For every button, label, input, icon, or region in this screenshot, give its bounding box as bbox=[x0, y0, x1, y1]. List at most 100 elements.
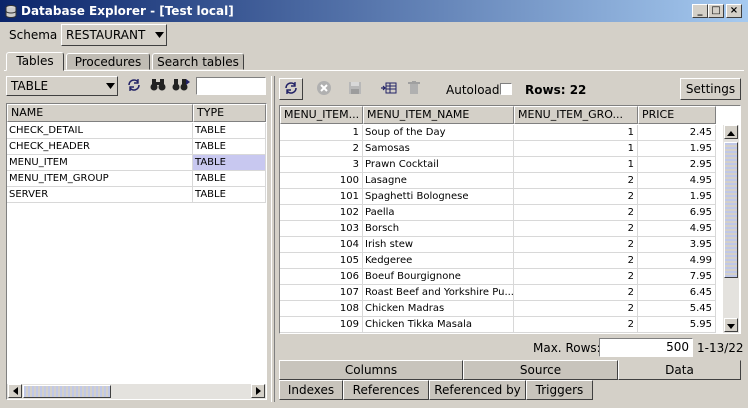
price-cell[interactable]: 5.45 bbox=[638, 301, 716, 317]
autoload-checkbox[interactable] bbox=[500, 83, 512, 95]
column-header-name[interactable]: NAME bbox=[7, 104, 193, 122]
data-row[interactable]: 3 Prawn Cocktail 1 2.95 bbox=[280, 157, 716, 173]
menu-item-group-cell[interactable]: 2 bbox=[514, 221, 638, 237]
table-row[interactable]: CHECK_DETAIL TABLE bbox=[7, 123, 266, 139]
splitter-handle[interactable] bbox=[271, 76, 275, 402]
column-header-menu-item-id[interactable]: MENU_ITEM... bbox=[280, 106, 363, 124]
price-cell[interactable]: 4.95 bbox=[638, 221, 716, 237]
data-row[interactable]: 101 Spaghetti Bolognese 2 1.95 bbox=[280, 189, 716, 205]
data-row[interactable]: 102 Paella 2 6.95 bbox=[280, 205, 716, 221]
menu-item-id-cell[interactable]: 103 bbox=[280, 221, 363, 237]
menu-item-id-cell[interactable]: 3 bbox=[280, 157, 363, 173]
menu-item-id-cell[interactable]: 106 bbox=[280, 269, 363, 285]
menu-item-id-cell[interactable]: 102 bbox=[280, 205, 363, 221]
tab-indexes[interactable]: Indexes bbox=[279, 380, 343, 400]
column-header-menu-item-name[interactable]: MENU_ITEM_NAME bbox=[363, 106, 514, 124]
menu-item-id-cell[interactable]: 107 bbox=[280, 285, 363, 301]
tab-referenced-by[interactable]: Referenced by bbox=[429, 380, 526, 400]
menu-item-name-cell[interactable]: Chicken Tikka Masala bbox=[363, 317, 514, 333]
settings-button[interactable]: Settings bbox=[680, 78, 741, 100]
menu-item-name-cell[interactable]: Soup of the Day bbox=[363, 125, 514, 141]
price-cell[interactable]: 1.95 bbox=[638, 141, 716, 157]
menu-item-id-cell[interactable]: 104 bbox=[280, 237, 363, 253]
menu-item-group-cell[interactable]: 1 bbox=[514, 157, 638, 173]
menu-item-name-cell[interactable]: Prawn Cocktail bbox=[363, 157, 514, 173]
tables-list[interactable]: NAME TYPE CHECK_DETAIL TABLE CHECK_HEADER T… bbox=[6, 103, 267, 400]
data-row[interactable]: 108 Chicken Madras 2 5.45 bbox=[280, 301, 716, 317]
table-row[interactable]: SERVER TABLE bbox=[7, 187, 266, 203]
menu-item-group-cell[interactable]: 2 bbox=[514, 285, 638, 301]
menu-item-group-cell[interactable]: 2 bbox=[514, 269, 638, 285]
data-row[interactable]: 104 Irish stew 2 3.95 bbox=[280, 237, 716, 253]
title-bar[interactable]: Database Explorer - [Test local] _ □ × bbox=[0, 0, 748, 22]
scroll-thumb[interactable] bbox=[23, 385, 111, 398]
tab-procedures[interactable]: Procedures bbox=[66, 53, 150, 70]
menu-item-id-cell[interactable]: 101 bbox=[280, 189, 363, 205]
price-cell[interactable]: 4.99 bbox=[638, 253, 716, 269]
data-row[interactable]: 105 Kedgeree 2 4.99 bbox=[280, 253, 716, 269]
refresh-tables-button[interactable] bbox=[123, 75, 145, 97]
stop-button[interactable] bbox=[313, 78, 335, 100]
menu-item-group-cell[interactable]: 2 bbox=[514, 237, 638, 253]
price-cell[interactable]: 1.95 bbox=[638, 189, 716, 205]
data-row[interactable]: 109 Chicken Tikka Masala 2 5.95 bbox=[280, 317, 716, 333]
find-next-button[interactable] bbox=[170, 75, 192, 97]
menu-item-name-cell[interactable]: Kedgeree bbox=[363, 253, 514, 269]
data-row[interactable]: 2 Samosas 1 1.95 bbox=[280, 141, 716, 157]
data-row[interactable]: 1 Soup of the Day 1 2.45 bbox=[280, 125, 716, 141]
tab-columns[interactable]: Columns bbox=[279, 360, 463, 380]
menu-item-group-cell[interactable]: 2 bbox=[514, 173, 638, 189]
menu-item-name-cell[interactable]: Samosas bbox=[363, 141, 514, 157]
menu-item-id-cell[interactable]: 100 bbox=[280, 173, 363, 189]
table-search-input[interactable] bbox=[196, 77, 266, 95]
menu-item-group-cell[interactable]: 2 bbox=[514, 189, 638, 205]
type-filter-dropdown[interactable]: TABLE bbox=[6, 76, 118, 96]
tab-triggers[interactable]: Triggers bbox=[526, 380, 593, 400]
price-cell[interactable]: 2.95 bbox=[638, 157, 716, 173]
menu-item-name-cell[interactable]: Paella bbox=[363, 205, 514, 221]
menu-item-name-cell[interactable]: Lasagne bbox=[363, 173, 514, 189]
menu-item-id-cell[interactable]: 108 bbox=[280, 301, 363, 317]
scroll-up-button[interactable] bbox=[724, 125, 738, 139]
schema-dropdown[interactable]: RESTAURANT bbox=[61, 24, 167, 46]
insert-row-button[interactable] bbox=[378, 78, 400, 100]
data-row[interactable]: 106 Boeuf Bourgignone 2 7.95 bbox=[280, 269, 716, 285]
price-cell[interactable]: 4.95 bbox=[638, 173, 716, 189]
menu-item-id-cell[interactable]: 109 bbox=[280, 317, 363, 333]
table-row[interactable]: MENU_ITEM_GROUP TABLE bbox=[7, 171, 266, 187]
price-cell[interactable]: 5.95 bbox=[638, 317, 716, 333]
menu-item-name-cell[interactable]: Spaghetti Bolognese bbox=[363, 189, 514, 205]
price-cell[interactable]: 3.95 bbox=[638, 237, 716, 253]
data-row[interactable]: 107 Roast Beef and Yorkshire Pu... 2 6.45 bbox=[280, 285, 716, 301]
menu-item-group-cell[interactable]: 1 bbox=[514, 141, 638, 157]
table-row[interactable]: MENU_ITEM TABLE bbox=[7, 155, 266, 171]
tab-search-tables[interactable]: Search tables bbox=[152, 53, 244, 70]
data-vertical-scrollbar[interactable] bbox=[723, 125, 739, 333]
menu-item-id-cell[interactable]: 2 bbox=[280, 141, 363, 157]
menu-item-group-cell[interactable]: 2 bbox=[514, 253, 638, 269]
column-header-menu-item-group[interactable]: MENU_ITEM_GRO... bbox=[514, 106, 638, 124]
menu-item-name-cell[interactable]: Boeuf Bourgignone bbox=[363, 269, 514, 285]
menu-item-id-cell[interactable]: 1 bbox=[280, 125, 363, 141]
price-cell[interactable]: 6.45 bbox=[638, 285, 716, 301]
scroll-right-button[interactable] bbox=[251, 384, 265, 398]
data-row[interactable]: 103 Borsch 2 4.95 bbox=[280, 221, 716, 237]
max-rows-input[interactable]: 500 bbox=[599, 338, 693, 357]
menu-item-id-cell[interactable]: 105 bbox=[280, 253, 363, 269]
price-cell[interactable]: 2.45 bbox=[638, 125, 716, 141]
menu-item-name-cell[interactable]: Chicken Madras bbox=[363, 301, 514, 317]
data-grid[interactable]: MENU_ITEM... MENU_ITEM_NAME MENU_ITEM_GR… bbox=[279, 105, 741, 334]
tab-data[interactable]: Data bbox=[618, 360, 741, 380]
column-header-price[interactable]: PRICE bbox=[638, 106, 716, 124]
price-cell[interactable]: 7.95 bbox=[638, 269, 716, 285]
menu-item-group-cell[interactable]: 2 bbox=[514, 317, 638, 333]
delete-row-button[interactable] bbox=[403, 78, 425, 100]
column-header-type[interactable]: TYPE bbox=[193, 104, 266, 122]
table-row[interactable]: CHECK_HEADER TABLE bbox=[7, 139, 266, 155]
menu-item-group-cell[interactable]: 2 bbox=[514, 205, 638, 221]
scroll-left-button[interactable] bbox=[8, 384, 22, 398]
refresh-data-button[interactable] bbox=[279, 78, 303, 100]
tab-tables[interactable]: Tables bbox=[6, 52, 64, 71]
find-button[interactable] bbox=[147, 75, 169, 97]
tab-references[interactable]: References bbox=[343, 380, 429, 400]
